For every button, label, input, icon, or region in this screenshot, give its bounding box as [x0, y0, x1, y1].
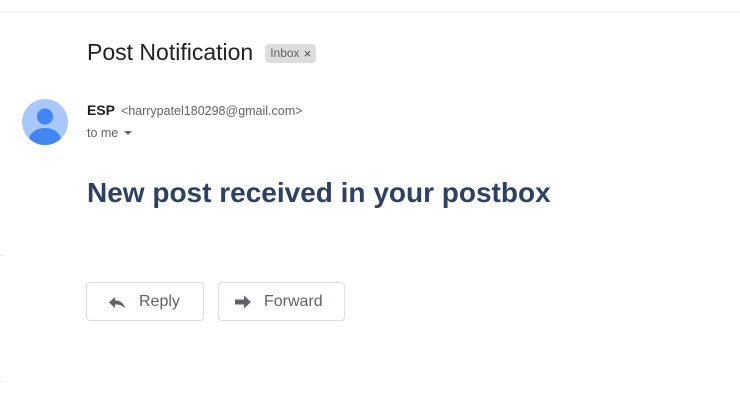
sender-name[interactable]: ESP [87, 102, 115, 118]
subject-row: Post Notification Inbox × [87, 36, 317, 68]
reply-button-label: Reply [139, 292, 180, 310]
reply-button[interactable]: Reply [86, 282, 204, 321]
label-chip-text: Inbox [270, 46, 300, 60]
forward-button-label: Forward [264, 292, 323, 310]
email-subject: Post Notification [87, 38, 254, 65]
close-icon[interactable]: × [304, 47, 312, 60]
forward-arrow-icon [235, 295, 251, 308]
sender-line: ESP <harrypatel180298@gmail.com> [87, 102, 302, 118]
avatar[interactable] [22, 99, 68, 145]
email-body-heading: New post received in your postbox [87, 177, 551, 208]
top-divider [0, 11, 740, 12]
email-view: Post Notification Inbox × ESP <harrypate… [0, 0, 740, 400]
reply-arrow-icon [109, 296, 125, 308]
recipient-label: to me [87, 126, 119, 140]
inbox-label-chip[interactable]: Inbox × [265, 43, 317, 63]
recipient-details-toggle[interactable]: to me [87, 126, 133, 140]
chevron-down-icon [124, 131, 133, 135]
person-icon [29, 108, 61, 145]
forward-button[interactable]: Forward [218, 282, 345, 321]
sender-email: <harrypatel180298@gmail.com> [120, 104, 303, 118]
left-edge-mark [0, 381, 4, 382]
left-edge-mark [0, 255, 4, 256]
